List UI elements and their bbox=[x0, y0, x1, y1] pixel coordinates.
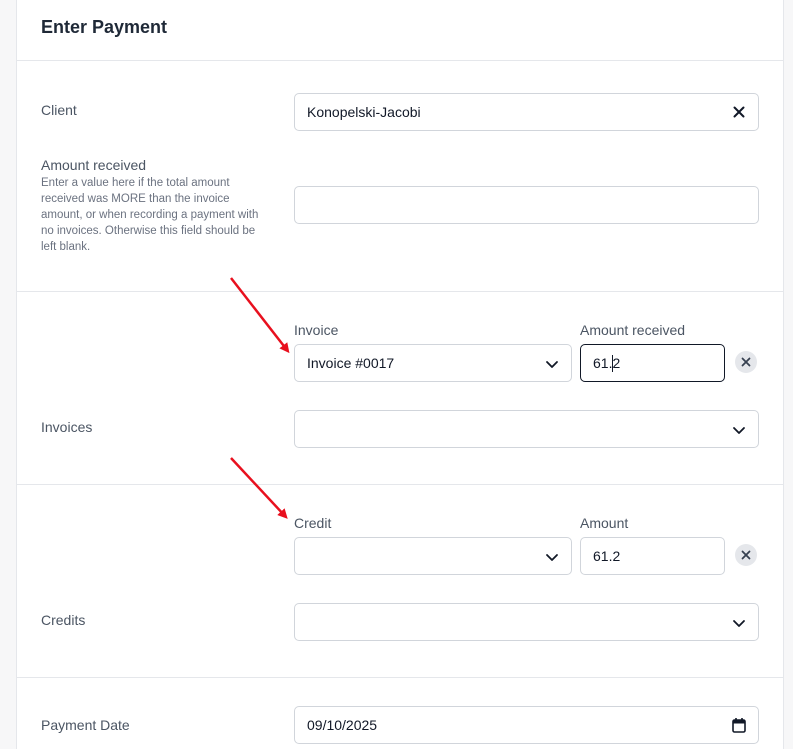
invoice-amount-input[interactable]: 61.2 bbox=[580, 344, 725, 382]
calendar-icon[interactable] bbox=[732, 717, 746, 733]
amount-received-label: Amount received bbox=[41, 157, 147, 173]
client-label: Client bbox=[41, 102, 77, 118]
payment-date-value: 09/10/2025 bbox=[307, 717, 378, 733]
invoice-amount-column-label: Amount received bbox=[580, 322, 686, 338]
payment-date-label: Payment Date bbox=[41, 717, 130, 733]
credits-label: Credits bbox=[41, 612, 86, 628]
client-value: Konopelski-Jacobi bbox=[307, 104, 421, 120]
client-select[interactable]: Konopelski-Jacobi bbox=[294, 93, 759, 131]
page-title: Enter Payment bbox=[41, 17, 168, 37]
clear-client-icon[interactable] bbox=[730, 103, 748, 121]
divider bbox=[17, 60, 783, 61]
credit-amount-value: 61.2 bbox=[593, 548, 621, 564]
chevron-down-icon bbox=[733, 427, 745, 434]
amount-received-help: Enter a value here if the total amount r… bbox=[41, 177, 259, 253]
invoices-add-select[interactable] bbox=[294, 410, 759, 448]
credit-amount-input[interactable]: 61.2 bbox=[580, 537, 725, 575]
annotation-arrow-icon bbox=[230, 457, 288, 519]
chevron-down-icon bbox=[546, 554, 558, 561]
credit-select[interactable] bbox=[294, 537, 572, 575]
amount-received-input[interactable] bbox=[294, 186, 759, 224]
payment-date-input[interactable]: 09/10/2025 bbox=[294, 706, 759, 744]
divider bbox=[17, 291, 783, 292]
text-caret bbox=[612, 355, 613, 372]
credit-column-label: Credit bbox=[294, 515, 332, 531]
remove-credit-row-button[interactable] bbox=[735, 544, 757, 566]
credits-add-select[interactable] bbox=[294, 603, 759, 641]
credit-amount-column-label: Amount bbox=[580, 515, 629, 531]
close-icon bbox=[741, 550, 751, 560]
divider bbox=[17, 677, 783, 678]
invoice-select[interactable]: Invoice #0017 bbox=[294, 344, 572, 382]
invoices-label: Invoices bbox=[41, 419, 93, 435]
enter-payment-card: Enter Payment Client Konopelski-Jacobi A… bbox=[16, 0, 784, 749]
invoice-select-value: Invoice #0017 bbox=[307, 355, 395, 371]
chevron-down-icon bbox=[733, 620, 745, 627]
annotation-arrow-icon bbox=[230, 277, 290, 354]
remove-invoice-row-button[interactable] bbox=[735, 351, 757, 373]
chevron-down-icon bbox=[546, 361, 558, 368]
invoice-column-label: Invoice bbox=[294, 322, 339, 338]
close-icon bbox=[741, 357, 751, 367]
invoice-amount-value: 61.2 bbox=[593, 355, 621, 371]
divider bbox=[17, 484, 783, 485]
